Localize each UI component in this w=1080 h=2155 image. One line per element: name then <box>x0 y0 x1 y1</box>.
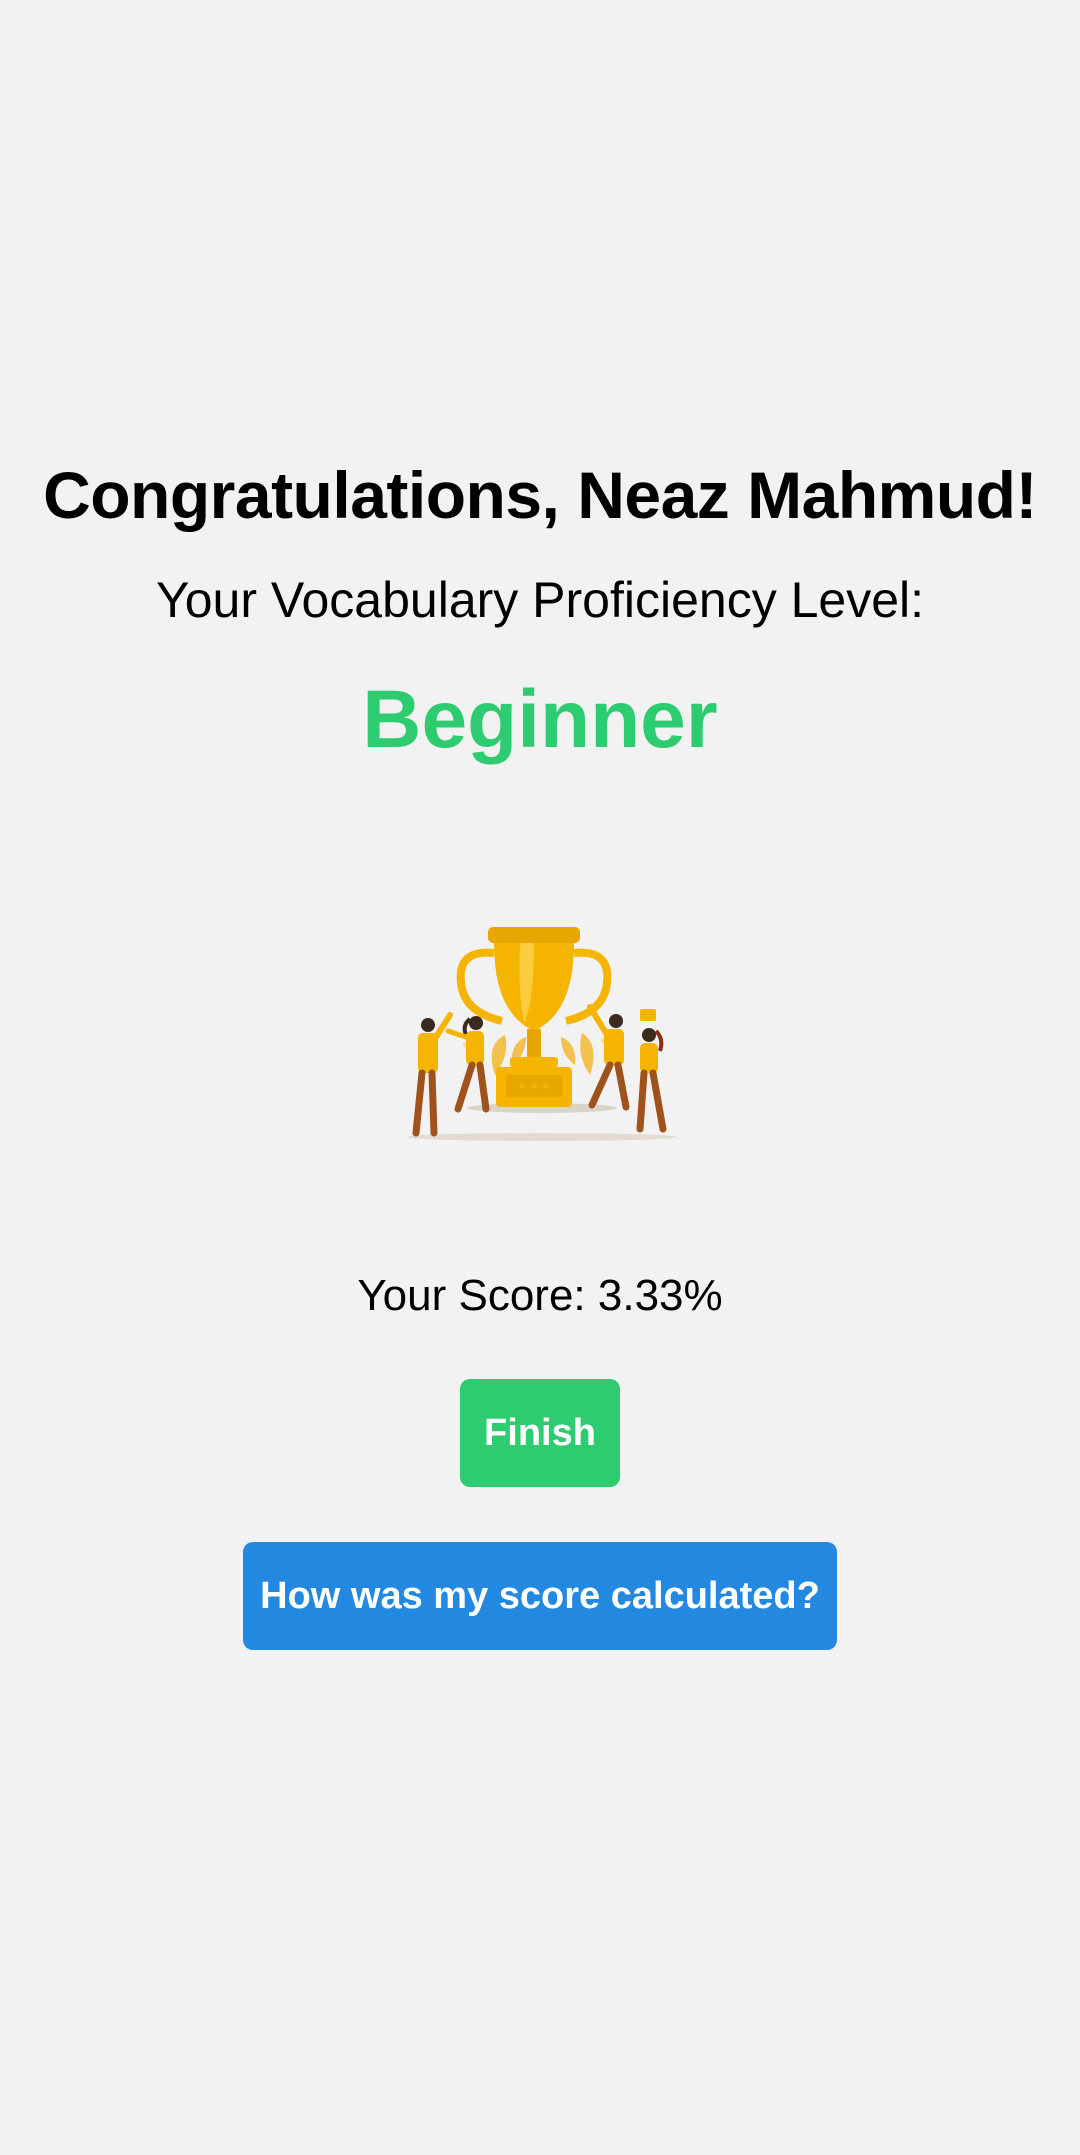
person-left-icon <box>412 1012 453 1137</box>
score-calculation-button[interactable]: How was my score calculated? <box>243 1542 837 1650</box>
ground-shadow <box>407 1133 677 1141</box>
person-second-icon <box>445 1016 490 1113</box>
congratulations-heading: Congratulations, Neaz Mahmud! <box>43 458 1037 532</box>
proficiency-level: Beginner <box>362 674 718 765</box>
person-third-icon <box>587 1004 630 1111</box>
finish-button[interactable]: Finish <box>460 1379 620 1487</box>
score-text: Your Score: 3.33% <box>357 1271 723 1320</box>
result-screen: Congratulations, Neaz Mahmud! Your Vocab… <box>0 0 1080 2155</box>
proficiency-label: Your Vocabulary Proficiency Level: <box>155 572 925 628</box>
trophy-celebration-illustration <box>407 927 677 1141</box>
person-right-icon <box>636 1009 667 1133</box>
